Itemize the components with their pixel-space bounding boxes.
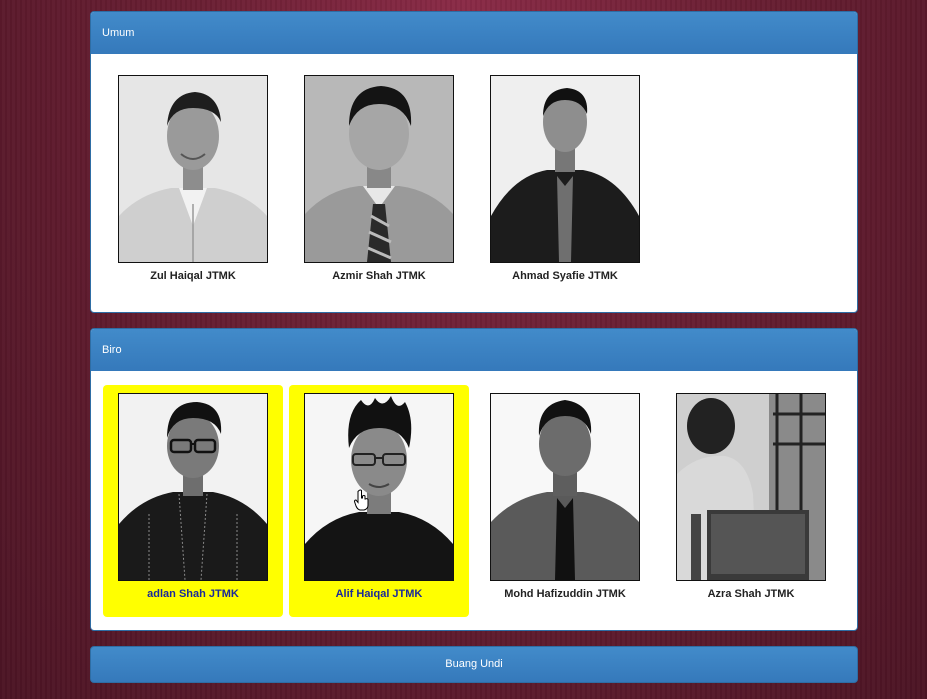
candidate-photo xyxy=(304,75,454,263)
candidate-card-zul-haiqal[interactable]: Zul Haiqal JTMK xyxy=(103,67,283,299)
candidate-name: Zul Haiqal JTMK xyxy=(150,270,236,282)
candidate-photo xyxy=(490,75,640,263)
candidate-card-azmir-shah[interactable]: Azmir Shah JTMK xyxy=(289,67,469,299)
candidate-card-azra-shah[interactable]: Azra Shah JTMK xyxy=(661,385,841,617)
candidate-photo xyxy=(490,393,640,581)
candidate-name: Azmir Shah JTMK xyxy=(332,270,426,282)
candidate-photo xyxy=(118,393,268,581)
candidate-photo xyxy=(118,75,268,263)
candidate-name: Mohd Hafizuddin JTMK xyxy=(504,588,626,600)
candidate-card-adlan-shah[interactable]: adlan Shah JTMK xyxy=(103,385,283,617)
candidate-name: Azra Shah JTMK xyxy=(707,588,795,600)
hand-pointer-icon xyxy=(353,489,370,511)
candidate-name: Ahmad Syafie JTMK xyxy=(512,270,618,282)
candidate-card-mohd-hafizuddin[interactable]: Mohd Hafizuddin JTMK xyxy=(475,385,655,617)
panel-biro-heading: Biro xyxy=(91,329,857,371)
panel-umum-heading: Umum xyxy=(91,12,857,54)
panel-biro: Biro adlan Shah JTMK Alif Haiqal JTMK Mo… xyxy=(90,328,858,631)
candidate-name: Alif Haiqal JTMK xyxy=(335,588,423,600)
candidate-card-ahmad-syafie[interactable]: Ahmad Syafie JTMK xyxy=(475,67,655,299)
vote-button[interactable]: Buang Undi xyxy=(90,646,858,683)
candidate-photo xyxy=(304,393,454,581)
candidate-photo xyxy=(676,393,826,581)
candidate-name: adlan Shah JTMK xyxy=(147,588,239,600)
candidate-card-alif-haiqal[interactable]: Alif Haiqal JTMK xyxy=(289,385,469,617)
panel-umum: Umum Zul Haiqal JTMK Azmir Shah JTMK Ahm… xyxy=(90,11,858,313)
